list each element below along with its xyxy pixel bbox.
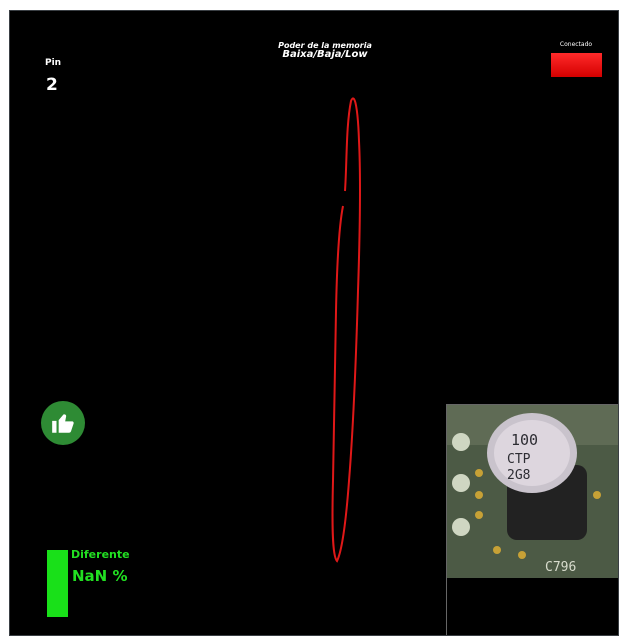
thumbs-up-icon xyxy=(52,414,74,433)
component-photo: 100 CTP 2G8 C796 xyxy=(446,404,618,635)
difference-label: Diferente xyxy=(71,548,130,561)
capacitor-marking-1: 100 xyxy=(511,431,538,449)
difference-value: NaN % xyxy=(72,567,128,585)
thumbs-up-button[interactable] xyxy=(41,401,85,445)
capacitor-marking-3: 2G8 xyxy=(507,468,530,483)
difference-bar xyxy=(47,550,68,617)
signature-trace-line xyxy=(331,97,362,563)
capacitor-image: 100 CTP 2G8 C796 xyxy=(447,405,618,578)
capacitor-marking-2: CTP xyxy=(507,452,531,467)
analyzer-screen: Pin 2 Poder de la memoria Baixa/Baja/Low… xyxy=(9,10,619,636)
board-label: C796 xyxy=(545,560,576,575)
